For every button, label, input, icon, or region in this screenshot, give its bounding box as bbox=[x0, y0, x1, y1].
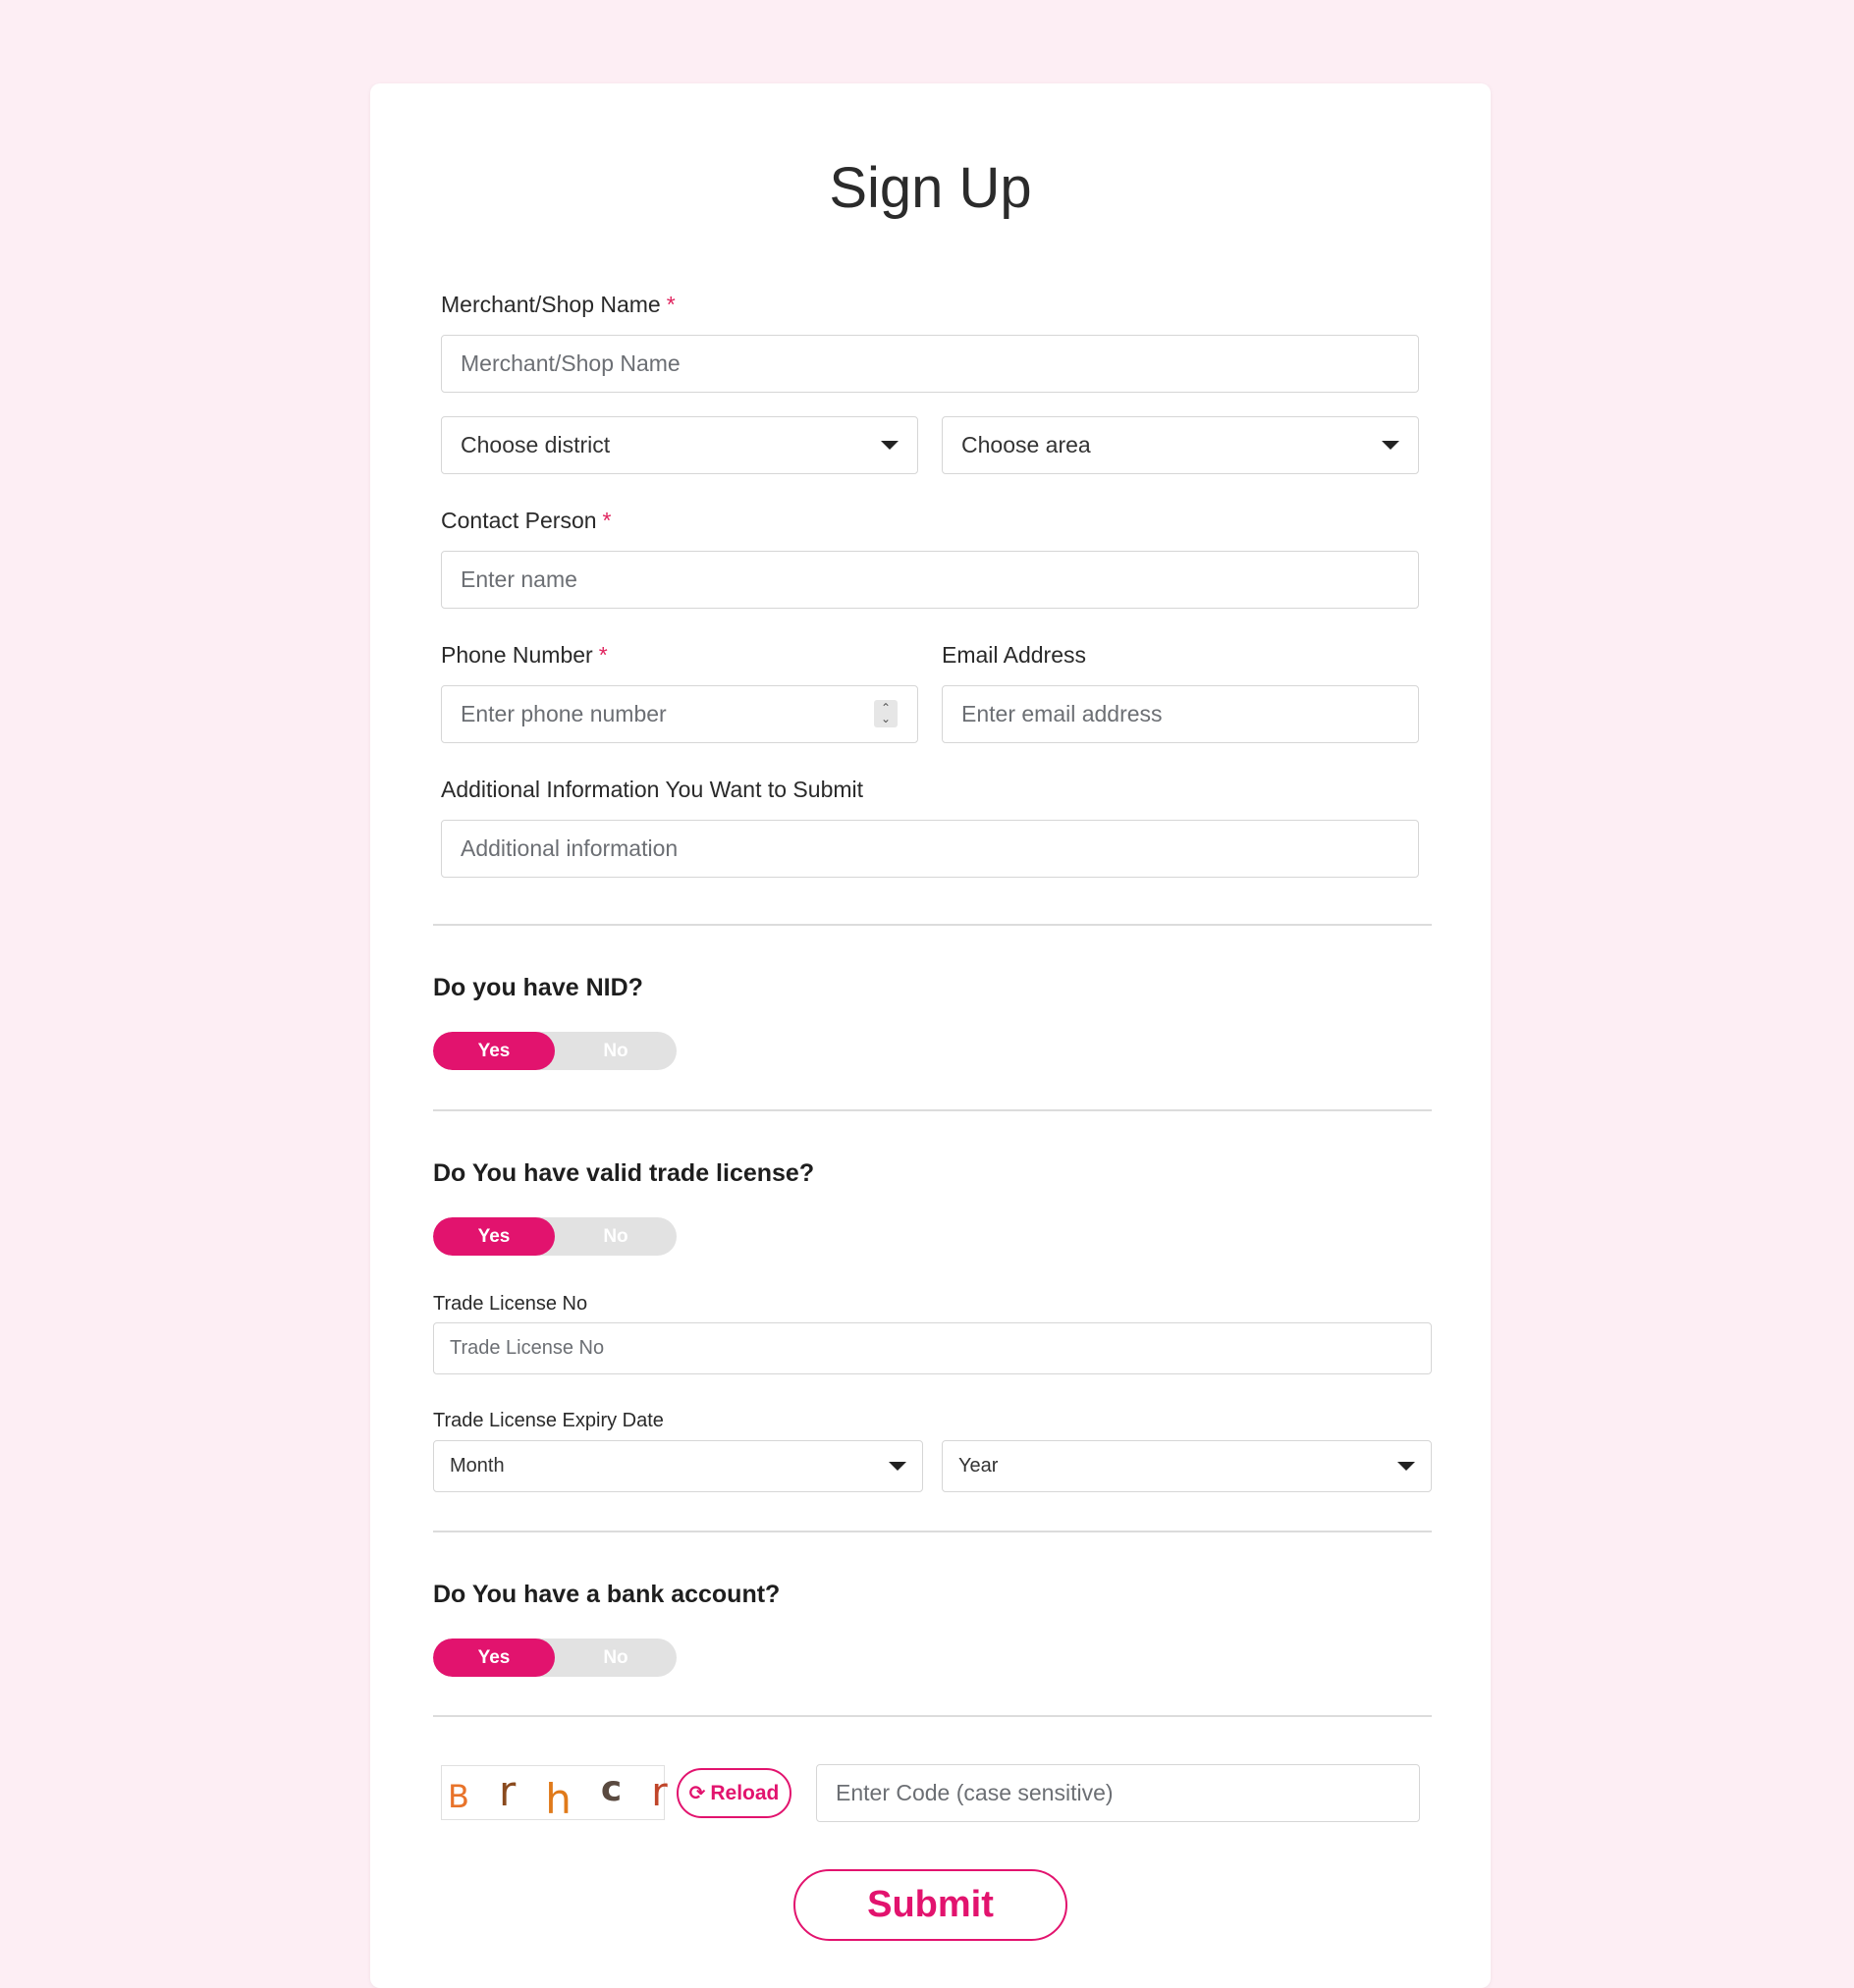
section-divider bbox=[433, 924, 1432, 926]
email-input[interactable] bbox=[942, 685, 1419, 743]
phone-label-text: Phone Number bbox=[441, 642, 593, 668]
trade-yes-option[interactable]: Yes bbox=[433, 1217, 555, 1256]
section-divider bbox=[433, 1531, 1432, 1532]
chevron-down-icon: ⌄ bbox=[880, 712, 892, 725]
expiry-month-value: Month bbox=[450, 1455, 505, 1477]
expiry-year-select[interactable]: Year bbox=[942, 1440, 1432, 1492]
email-label: Email Address bbox=[942, 642, 1087, 668]
contact-person-input[interactable] bbox=[441, 551, 1419, 609]
signup-card: Sign Up Merchant/Shop Name* Choose distr… bbox=[370, 83, 1491, 1988]
chevron-down-icon bbox=[889, 1462, 906, 1471]
captcha-char: c bbox=[600, 1768, 623, 1809]
refresh-icon: ⟳ bbox=[688, 1783, 706, 1804]
required-marker: * bbox=[598, 642, 608, 668]
chevron-down-icon bbox=[1382, 441, 1399, 450]
contact-label-text: Contact Person bbox=[441, 508, 597, 533]
nid-question: Do you have NID? bbox=[433, 974, 643, 1001]
bank-account-question: Do You have a bank account? bbox=[433, 1581, 781, 1608]
captcha-char: h bbox=[545, 1774, 572, 1823]
expiry-year-value: Year bbox=[958, 1455, 999, 1477]
reload-captcha-button[interactable]: ⟳ Reload bbox=[677, 1768, 791, 1818]
section-divider bbox=[433, 1715, 1432, 1717]
nid-toggle[interactable]: Yes No bbox=[433, 1032, 677, 1070]
section-divider bbox=[433, 1109, 1432, 1111]
required-marker: * bbox=[602, 508, 612, 533]
area-select-value: Choose area bbox=[961, 432, 1091, 457]
captcha-code-input[interactable] bbox=[816, 1764, 1420, 1822]
trade-license-input[interactable] bbox=[433, 1322, 1432, 1374]
number-spinner[interactable]: ⌃ ⌄ bbox=[874, 700, 898, 727]
trade-license-expiry-label: Trade License Expiry Date bbox=[433, 1410, 664, 1431]
district-select[interactable]: Choose district bbox=[441, 416, 918, 474]
captcha-char: r bbox=[651, 1770, 668, 1815]
required-marker: * bbox=[666, 292, 676, 317]
merchant-label-text: Merchant/Shop Name bbox=[441, 292, 661, 317]
contact-label: Contact Person * bbox=[441, 510, 611, 532]
nid-yes-option[interactable]: Yes bbox=[433, 1032, 555, 1070]
captcha-char: B bbox=[448, 1778, 469, 1815]
phone-label: Phone Number * bbox=[441, 644, 608, 667]
expiry-month-select[interactable]: Month bbox=[433, 1440, 923, 1492]
additional-info-input[interactable] bbox=[441, 820, 1419, 878]
district-select-value: Choose district bbox=[461, 432, 611, 457]
nid-no-option[interactable]: No bbox=[555, 1032, 677, 1070]
area-select[interactable]: Choose area bbox=[942, 416, 1419, 474]
trade-license-no-label: Trade License No bbox=[433, 1293, 588, 1315]
captcha-char: r bbox=[498, 1766, 517, 1815]
bank-yes-option[interactable]: Yes bbox=[433, 1639, 555, 1677]
bank-no-option[interactable]: No bbox=[555, 1639, 677, 1677]
submit-button[interactable]: Submit bbox=[793, 1869, 1067, 1941]
merchant-name-input[interactable] bbox=[441, 335, 1419, 393]
additional-label: Additional Information You Want to Submi… bbox=[441, 777, 864, 802]
chevron-down-icon bbox=[1397, 1462, 1415, 1471]
phone-number-input[interactable] bbox=[441, 685, 918, 743]
page-title: Sign Up bbox=[829, 156, 1032, 220]
merchant-label: Merchant/Shop Name * bbox=[441, 294, 676, 316]
trade-license-toggle[interactable]: Yes No bbox=[433, 1217, 677, 1256]
trade-license-question: Do You have valid trade license? bbox=[433, 1159, 815, 1187]
bank-account-toggle[interactable]: Yes No bbox=[433, 1639, 677, 1677]
reload-label: Reload bbox=[710, 1781, 780, 1804]
captcha-image: B r h c r bbox=[441, 1765, 668, 1823]
chevron-down-icon bbox=[881, 441, 899, 450]
trade-no-option[interactable]: No bbox=[555, 1217, 677, 1256]
